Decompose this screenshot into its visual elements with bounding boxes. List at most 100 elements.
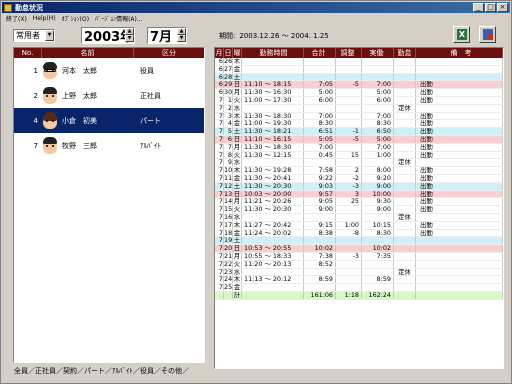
employment-type-select[interactable]: 常用者 ▼ bbox=[13, 29, 55, 42]
cell-month: 7 bbox=[215, 213, 224, 221]
cell-total: 6:51 bbox=[304, 128, 336, 135]
attendance-row[interactable]: 6 30 月 11:30 ～ 16:30 5:00 5:00 出勤 bbox=[215, 89, 503, 97]
attendance-row[interactable]: 7 19 土 bbox=[215, 237, 503, 246]
attendance-row[interactable]: 7 1 火 11:00 ～ 17:30 6:00 6:00 出勤 bbox=[215, 96, 503, 105]
cell-total: 7:00 bbox=[304, 112, 336, 120]
cell-day: 28 bbox=[224, 73, 233, 81]
cell-kintai bbox=[394, 206, 416, 213]
cell-month: 7 bbox=[215, 284, 224, 291]
cell-month: 7 bbox=[215, 128, 224, 135]
attendance-row[interactable]: 7 8 火 11:30 ～ 12:15 0:45 15 1:00 出勤 bbox=[215, 151, 503, 160]
attendance-row[interactable]: 6 27 金 bbox=[215, 65, 503, 74]
attendance-row[interactable]: 7 10 木 11:30 ～ 19:28 7:58 2 8:00 出勤 bbox=[215, 167, 503, 175]
year-down-icon[interactable]: ▼ bbox=[125, 35, 134, 42]
attendance-row[interactable]: 7 12 土 11:30 ～ 20:30 9:03 -3 9:00 出勤 bbox=[215, 182, 503, 191]
col-name[interactable]: 名前 bbox=[42, 48, 134, 58]
cell-month: 7 bbox=[215, 190, 224, 198]
cell-kintai bbox=[394, 221, 416, 229]
attendance-row[interactable]: 6 29 日 11:10 ～ 18:15 7:05 -5 7:00 出勤 bbox=[215, 81, 503, 90]
attendance-row[interactable]: 7 25 金 bbox=[215, 284, 503, 292]
maximize-button[interactable]: □ bbox=[485, 3, 496, 12]
employee-name: 上野 太郎 bbox=[62, 91, 97, 100]
cell-month: 7 bbox=[215, 198, 224, 206]
attendance-row[interactable]: 7 20 日 10:53 ～ 20:55 10:02 10:02 bbox=[215, 245, 503, 253]
menu-options[interactable]: ｵﾌﾟｼｮﾝ(O) bbox=[59, 14, 92, 23]
cell-time: 10:03 ～ 20:00 bbox=[242, 190, 304, 198]
cell-kintai bbox=[394, 151, 416, 159]
cell-time: 11:30 ～ 20:41 bbox=[242, 174, 304, 182]
title-bar[interactable]: 勤怠状況 _ □ × bbox=[2, 2, 510, 13]
cell-total: 9:05 bbox=[304, 198, 336, 206]
cell-work: 8:59 bbox=[362, 276, 394, 284]
employee-list-header: No. 名前 区分 bbox=[14, 48, 204, 58]
employee-row[interactable]: 7 牧野 三郎 ｱﾙﾊﾞｲﾄ bbox=[14, 133, 204, 158]
attendance-row[interactable]: 7 4 金 11:00 ～ 19:30 8:30 8:30 出勤 bbox=[215, 120, 503, 129]
cell-month: 7 bbox=[215, 221, 224, 229]
col-work: 実働 bbox=[362, 48, 394, 58]
attendance-row[interactable]: 7 23 水 定休 bbox=[215, 268, 503, 277]
attendance-row[interactable]: 7 6 日 11:10 ～ 16:15 5:05 -5 5:00 出勤 bbox=[215, 135, 503, 144]
year-up-icon[interactable]: ▲ bbox=[125, 28, 134, 35]
attendance-row[interactable]: 6 28 土 bbox=[215, 73, 503, 82]
attendance-row[interactable]: 7 21 月 10:55 ～ 18:33 7:38 -3 7:35 bbox=[215, 252, 503, 261]
cell-month: 6 bbox=[215, 65, 224, 73]
employee-kubun: パート bbox=[140, 116, 161, 125]
attendance-row[interactable]: 7 2 水 定休 bbox=[215, 104, 503, 113]
cell-kintai bbox=[394, 198, 416, 206]
menu-exit[interactable]: 終了(X) bbox=[3, 14, 30, 23]
cell-adjust: -5 bbox=[336, 135, 362, 143]
cell-month: 7 bbox=[215, 167, 224, 174]
employee-no: 2 bbox=[33, 91, 38, 100]
attendance-row[interactable]: 7 15 火 11:30 ～ 20:30 9:00 9:00 出勤 bbox=[215, 206, 503, 214]
avatar-icon bbox=[42, 111, 58, 130]
attendance-row[interactable]: 7 5 土 11:30 ～ 18:21 6:51 -1 6:50 出勤 bbox=[215, 128, 503, 136]
cell-weekday: 日 bbox=[233, 81, 242, 89]
cell-kintai bbox=[394, 65, 416, 73]
exit-button[interactable] bbox=[479, 26, 496, 43]
cell-weekday: 火 bbox=[233, 151, 242, 159]
minimize-button[interactable]: _ bbox=[473, 3, 484, 12]
attendance-row[interactable]: 7 13 日 10:03 ～ 20:00 9:57 3 10:00 出勤 bbox=[215, 190, 503, 199]
cell-adjust: 25 bbox=[336, 198, 362, 206]
cell-day: 21 bbox=[224, 252, 233, 260]
cell-kintai: 定休 bbox=[394, 159, 416, 167]
attendance-row[interactable]: 7 14 月 11:21 ～ 20:26 9:05 25 9:30 出勤 bbox=[215, 198, 503, 207]
attendance-row[interactable]: 7 3 木 11:30 ～ 18:30 7:00 7:00 出勤 bbox=[215, 112, 503, 121]
attendance-row[interactable]: 7 18 金 11:24 ～ 20:02 8:38 -8 8:30 出勤 bbox=[215, 229, 503, 238]
attendance-row[interactable]: 7 16 水 定休 bbox=[215, 213, 503, 222]
attendance-row[interactable]: 7 7 月 11:30 ～ 18:30 7:00 7:00 出勤 bbox=[215, 143, 503, 152]
col-no[interactable]: No. bbox=[14, 48, 42, 58]
menu-version[interactable]: ﾊﾞｰｼﾞｮﾝ情報(A)... bbox=[92, 14, 146, 23]
category-tabs[interactable]: 全員／正社員／契約／パート／ｱﾙﾊﾞｲﾄ／役員／その他／ bbox=[13, 365, 207, 378]
excel-export-button[interactable]: X bbox=[453, 26, 470, 43]
menu-help[interactable]: Help(H) bbox=[30, 15, 59, 22]
year-spinner[interactable]: 2003年 ▲ ▼ bbox=[81, 27, 135, 45]
cell-note: 出勤 bbox=[416, 174, 503, 182]
chevron-down-icon[interactable]: ▼ bbox=[45, 30, 54, 41]
cell-note bbox=[416, 245, 503, 252]
employee-row[interactable]: 4 小倉 初美 パート bbox=[14, 108, 204, 133]
attendance-row[interactable]: 7 22 火 11:20 ～ 20:13 8:52 bbox=[215, 260, 503, 269]
cell-day: 13 bbox=[224, 190, 233, 198]
cell-kintai bbox=[394, 245, 416, 252]
cell-note: 出勤 bbox=[416, 89, 503, 96]
employee-row[interactable]: 1 河本 太郎 役員 bbox=[14, 58, 204, 83]
employee-row[interactable]: 2 上野 太郎 正社員 bbox=[14, 83, 204, 108]
attendance-row[interactable]: 7 9 水 定休 bbox=[215, 159, 503, 168]
cell-month: 6 bbox=[215, 73, 224, 81]
month-down-icon[interactable]: ▼ bbox=[177, 35, 186, 42]
attendance-row[interactable]: 7 11 金 11:30 ～ 20:41 9:22 -2 9:20 出勤 bbox=[215, 174, 503, 183]
attendance-row[interactable]: 7 24 木 11:13 ～ 20:12 8:59 8:59 bbox=[215, 276, 503, 285]
close-button[interactable]: × bbox=[497, 3, 508, 12]
col-kubun[interactable]: 区分 bbox=[134, 48, 204, 58]
attendance-row[interactable]: 7 17 木 11:27 ～ 20:42 9:15 1:00 10:15 出勤 bbox=[215, 221, 503, 230]
cell-total bbox=[304, 237, 336, 245]
category-tabs-label[interactable]: 全員／正社員／契約／パート／ｱﾙﾊﾞｲﾄ／役員／その他／ bbox=[13, 367, 190, 375]
month-up-icon[interactable]: ▲ bbox=[177, 28, 186, 35]
cell-time: 11:30 ～ 18:30 bbox=[242, 112, 304, 120]
cell-note bbox=[416, 65, 503, 73]
attendance-row[interactable]: 6 26 木 bbox=[215, 58, 503, 66]
cell-note bbox=[416, 252, 503, 260]
month-spinner[interactable]: 7月 ▲ ▼ bbox=[147, 27, 187, 45]
cell-time bbox=[242, 213, 304, 221]
